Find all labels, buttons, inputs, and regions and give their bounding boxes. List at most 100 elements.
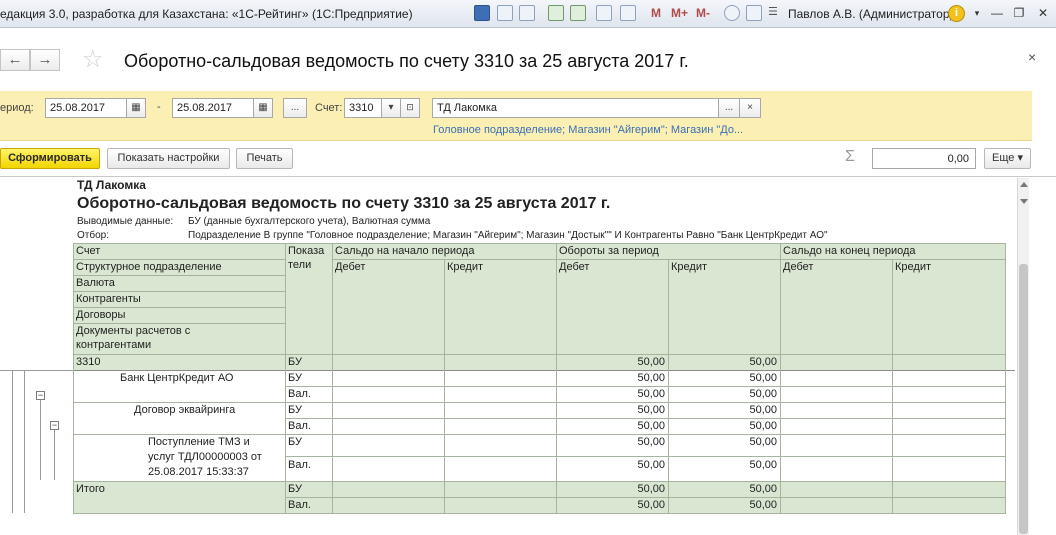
- show-settings-button[interactable]: Показать настройки: [107, 148, 230, 169]
- row-document-credit-val[interactable]: 50,00: [668, 458, 780, 472]
- row-document-line1[interactable]: Поступление ТМЗ и: [145, 435, 253, 449]
- row-contract-credit-val[interactable]: 50,00: [668, 419, 780, 433]
- scroll-thumb[interactable]: [1019, 264, 1028, 534]
- account-label: Счет:: [315, 102, 343, 114]
- col-counterparty: Контрагенты: [76, 293, 141, 305]
- report-company: ТД Лакомка: [77, 178, 146, 192]
- filter-panel: ериод: 25.08.2017 ▦ - 25.08.2017 ▦ ... С…: [0, 91, 1032, 141]
- row-bank-credit-val[interactable]: 50,00: [668, 387, 780, 401]
- row-contract-credit-bu[interactable]: 50,00: [668, 403, 780, 417]
- sum-icon: Σ: [845, 148, 855, 165]
- row-contract-debit-bu[interactable]: 50,00: [556, 403, 668, 417]
- tree-line: [0, 370, 73, 371]
- report-output-label: Выводимые данные:: [77, 216, 174, 227]
- row-account-name[interactable]: 3310: [73, 355, 103, 369]
- memory-minus-button[interactable]: M-: [696, 6, 710, 20]
- more-button[interactable]: Еще ▾: [984, 148, 1031, 169]
- date-to-input[interactable]: 25.08.2017: [172, 98, 254, 118]
- period-label: ериод:: [0, 102, 34, 114]
- window-close-icon[interactable]: ✕: [1034, 5, 1052, 21]
- vertical-scrollbar[interactable]: [1017, 178, 1029, 535]
- info-dropdown-icon[interactable]: ▾: [968, 5, 986, 21]
- col-turnover-debit: Дебет: [559, 261, 590, 273]
- window-titlebar: едакция 3.0, разработка для Казахстана: …: [0, 0, 1056, 28]
- account-open-icon[interactable]: ⊡: [400, 98, 420, 118]
- row-bank-debit-bu[interactable]: 50,00: [556, 371, 668, 385]
- row-total-credit-val[interactable]: 50,00: [668, 498, 780, 512]
- row-document-debit-val[interactable]: 50,00: [556, 458, 668, 472]
- row-contract-indicator-val: Вал.: [288, 420, 311, 432]
- favorite-star-icon[interactable]: ☆: [82, 45, 104, 74]
- upload-icon[interactable]: [570, 5, 586, 21]
- user-name[interactable]: Павлов А.В. (Администратор): [788, 7, 954, 21]
- col-turnover-credit: Кредит: [671, 261, 708, 273]
- col-opening-balance: Сальдо на начало периода: [335, 245, 475, 257]
- row-total-credit-bu[interactable]: 50,00: [668, 482, 780, 496]
- row-bank-credit-bu[interactable]: 50,00: [668, 371, 780, 385]
- account-input[interactable]: 3310: [344, 98, 382, 118]
- collapse-contract-icon[interactable]: −: [50, 421, 59, 430]
- row-document-debit-bu[interactable]: 50,00: [556, 435, 668, 449]
- row-contract-name[interactable]: Договор эквайринга: [131, 403, 238, 417]
- period-dash: -: [157, 101, 161, 113]
- scroll-down-icon[interactable]: [1020, 199, 1028, 204]
- col-closing-balance: Сальдо на конец периода: [783, 245, 916, 257]
- col-department: Структурное подразделение: [76, 261, 222, 273]
- info-icon[interactable]: i: [948, 5, 965, 22]
- row-bank-debit-val[interactable]: 50,00: [556, 387, 668, 401]
- forward-button[interactable]: →: [30, 49, 60, 71]
- report-filter-value: Подразделение В группе "Головное подразд…: [188, 230, 828, 241]
- account-dropdown-icon[interactable]: ▾: [381, 98, 401, 118]
- col-account: Счет: [76, 245, 101, 257]
- zoom-icon[interactable]: [724, 5, 740, 21]
- row-document-indicator-val: Вал.: [288, 459, 311, 471]
- col-contracts: Договоры: [76, 309, 126, 321]
- window-title: едакция 3.0, разработка для Казахстана: …: [0, 7, 413, 21]
- period-select-button[interactable]: ...: [283, 98, 307, 118]
- restore-icon[interactable]: ❐: [1010, 5, 1028, 21]
- back-button[interactable]: ←: [0, 49, 30, 71]
- preview-icon[interactable]: [519, 5, 535, 21]
- command-bar: Сформировать Показать настройки Печать Σ…: [0, 145, 1056, 171]
- print-button[interactable]: Печать: [236, 148, 293, 169]
- col-turnover: Обороты за период: [559, 245, 659, 257]
- form-close-button[interactable]: ×: [1028, 49, 1036, 65]
- row-total-debit-val[interactable]: 50,00: [556, 498, 668, 512]
- form-header: ← → ☆ Оборотно-сальдовая ведомость по сч…: [0, 29, 1056, 89]
- row-document-indicator-bu: БУ: [288, 436, 302, 448]
- save-icon[interactable]: [474, 5, 490, 21]
- calendar-icon[interactable]: [620, 5, 636, 21]
- col-currency: Валюта: [76, 277, 115, 289]
- memory-plus-button[interactable]: M+: [671, 6, 688, 20]
- organization-clear-button[interactable]: ×: [739, 98, 761, 118]
- row-total-indicator-bu: БУ: [288, 483, 302, 495]
- departments-link[interactable]: Головное подразделение; Магазин "Айгерим…: [433, 124, 743, 136]
- row-bank-name[interactable]: Банк ЦентрКредит АО: [117, 371, 236, 385]
- tree-line: [12, 371, 13, 513]
- attach-icon[interactable]: [548, 5, 564, 21]
- organization-input[interactable]: ТД Лакомка: [432, 98, 719, 118]
- report-title: Оборотно-сальдовая ведомость по счету 33…: [77, 195, 611, 212]
- row-account-debit[interactable]: 50,00: [556, 355, 668, 369]
- row-account-credit[interactable]: 50,00: [668, 355, 780, 369]
- row-total-debit-bu[interactable]: 50,00: [556, 482, 668, 496]
- organization-select-button[interactable]: ...: [718, 98, 740, 118]
- date-to-calendar-icon[interactable]: ▦: [253, 98, 273, 118]
- row-document-line3[interactable]: 25.08.2017 15:33:37: [145, 465, 252, 479]
- collapse-bank-icon[interactable]: −: [36, 391, 45, 400]
- page-title: Оборотно-сальдовая ведомость по счету 33…: [124, 51, 689, 71]
- minimize-icon[interactable]: —: [988, 5, 1006, 21]
- generate-button[interactable]: Сформировать: [0, 148, 100, 169]
- calculator-icon[interactable]: [596, 5, 612, 21]
- date-from-calendar-icon[interactable]: ▦: [126, 98, 146, 118]
- panel-icon[interactable]: [746, 5, 762, 21]
- row-document-line2[interactable]: услуг ТДЛ00000003 от: [145, 450, 265, 464]
- memory-m-button[interactable]: M: [651, 6, 661, 20]
- scroll-up-icon[interactable]: [1020, 182, 1028, 187]
- row-contract-debit-val[interactable]: 50,00: [556, 419, 668, 433]
- row-bank-indicator-val: Вал.: [288, 388, 311, 400]
- row-document-credit-bu[interactable]: 50,00: [668, 435, 780, 449]
- date-from-input[interactable]: 25.08.2017: [45, 98, 127, 118]
- tree-line: [24, 371, 25, 513]
- print-icon[interactable]: [497, 5, 513, 21]
